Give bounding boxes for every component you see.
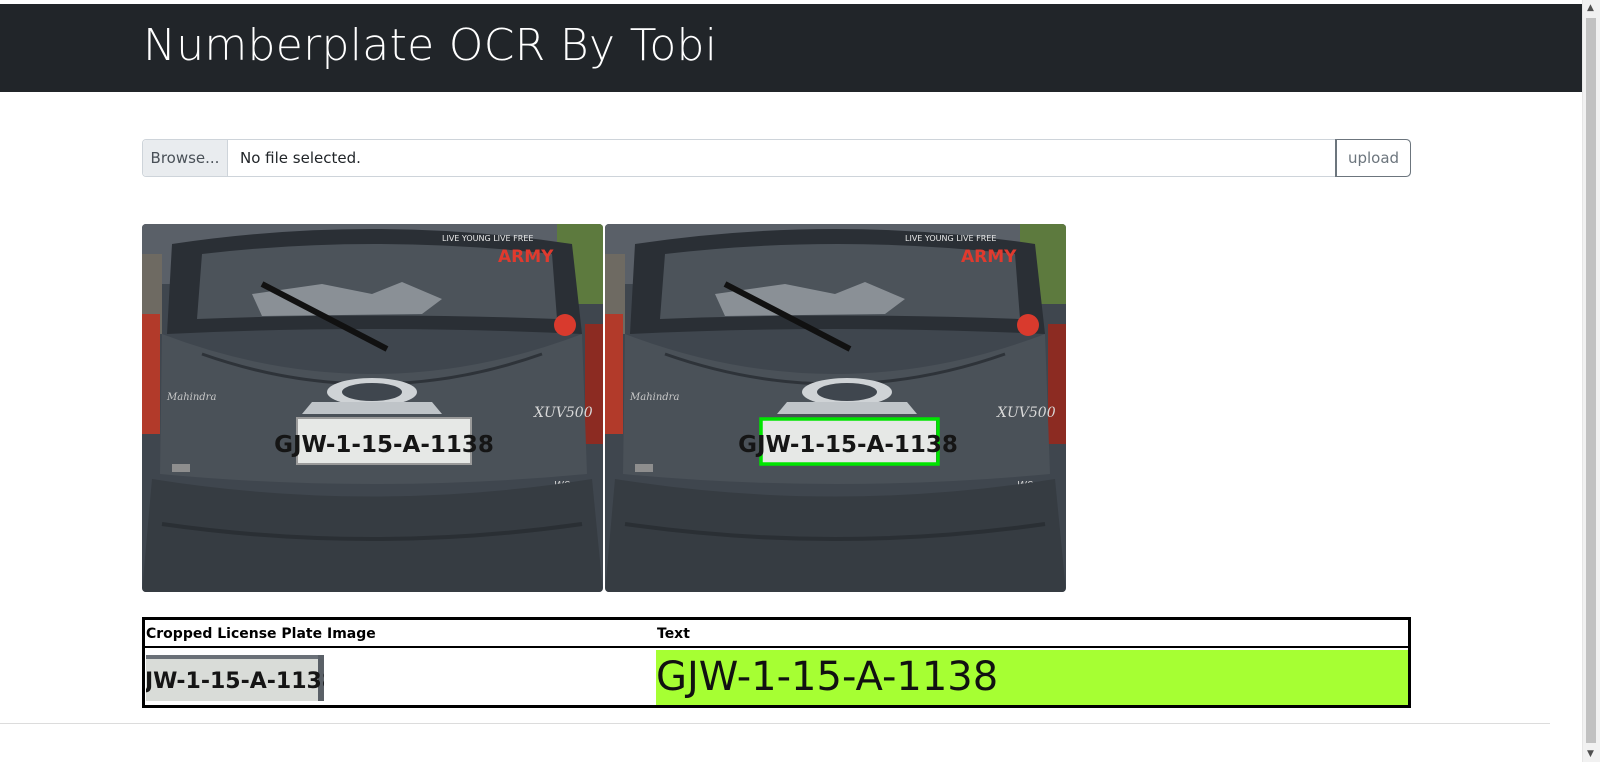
header-text: Text [657, 626, 690, 642]
detected-model-badge: XUV500 [996, 405, 1056, 421]
original-sticker-top: LIVE YOUNG LIVE FREE [442, 234, 533, 243]
detected-plate-text: GJW-1-15-A-1138 [738, 432, 958, 458]
scrollbar-thumb[interactable] [1586, 18, 1596, 743]
detected-sticker-army: ARMY [961, 247, 1017, 267]
scroll-up-icon[interactable]: ▲ [1587, 3, 1594, 13]
original-model-badge: XUV500 [533, 405, 593, 421]
ocr-result-text: GJW-1-15-A-1138 [656, 654, 999, 700]
header-cropped-image: Cropped License Plate Image [146, 626, 376, 642]
original-brand-badge: Mahindra [166, 392, 216, 403]
upload-button[interactable]: upload [1335, 139, 1411, 177]
file-upload-group: Browse... No file selected. upload [142, 139, 1411, 177]
cropped-plate-text: GJW-1-15-A-1138 [146, 669, 324, 694]
original-car-image: GJW-1-15-A-1138 Mahindra XUV500 W8 LIVE … [142, 224, 603, 592]
browse-button[interactable]: Browse... [143, 140, 228, 176]
original-sticker-army: ARMY [498, 247, 554, 267]
page-title: Numberplate OCR By Tobi [143, 20, 718, 71]
detected-brand-badge: Mahindra [629, 392, 679, 403]
navbar: Numberplate OCR By Tobi [0, 4, 1582, 92]
detected-sticker-top: LIVE YOUNG LIVE FREE [905, 234, 996, 243]
table-header-row: Cropped License Plate Image Text [145, 620, 1408, 648]
file-input[interactable]: No file selected. [228, 140, 1336, 176]
scroll-down-icon[interactable]: ▼ [1587, 749, 1594, 759]
cropped-plate-image: GJW-1-15-A-1138 [127, 655, 337, 701]
results-table: Cropped License Plate Image Text GJW-1-1… [127, 617, 1411, 708]
original-plate-text: GJW-1-15-A-1138 [274, 432, 494, 458]
ocr-text-cell: GJW-1-15-A-1138 [656, 650, 1408, 705]
footer-divider [0, 723, 1550, 724]
vertical-scrollbar[interactable]: ▲ ▼ [1582, 0, 1600, 762]
detected-car-image: GJW-1-15-A-1138 Mahindra XUV500 W8 LIVE … [605, 224, 1066, 592]
